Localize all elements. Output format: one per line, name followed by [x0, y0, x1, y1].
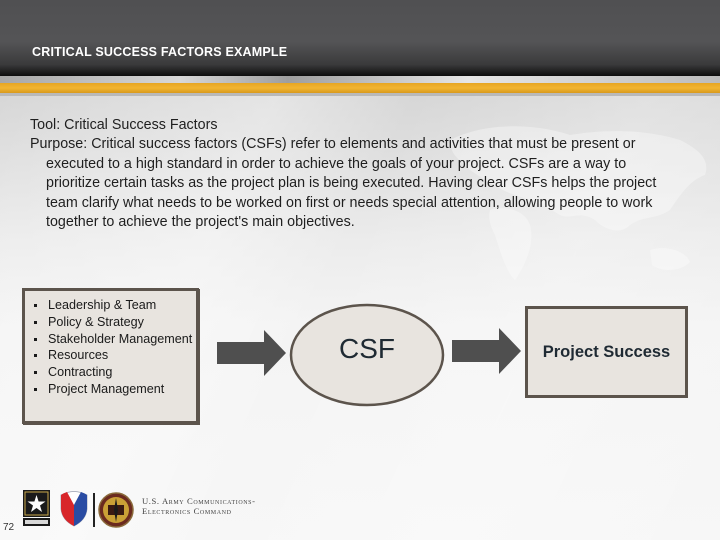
bullet-icon	[34, 337, 37, 341]
logo-divider	[93, 493, 95, 527]
cecom-emblem-logo	[98, 492, 134, 528]
slide-header: CRITICAL SUCCESS FACTORS EXAMPLE	[0, 0, 720, 76]
factor-item: Stakeholder Management	[32, 331, 196, 348]
project-success-label: Project Success	[542, 342, 671, 361]
purpose-paragraph: Purpose: Critical success factors (CSFs)…	[30, 136, 657, 231]
csf-label: CSF	[339, 333, 395, 364]
bullet-icon	[34, 387, 37, 391]
bullet-icon	[34, 320, 37, 324]
bullet-icon	[34, 304, 37, 307]
slide-title: CRITICAL SUCCESS FACTORS EXAMPLE	[32, 45, 288, 59]
factor-item: Leadership & Team	[32, 297, 196, 314]
factors-list: Leadership & Team Policy & Strategy Stak…	[25, 291, 196, 398]
factor-item: Contracting	[32, 364, 196, 381]
right-arrow-icon	[452, 328, 521, 374]
right-arrow-icon	[217, 330, 286, 376]
header-silver-strip	[0, 76, 720, 83]
organization-name: U.S. Army Communications- Electronics Co…	[142, 496, 256, 516]
page-number: 72	[3, 522, 15, 533]
bullet-icon	[34, 354, 37, 358]
bullet-icon	[34, 371, 37, 375]
factors-box: Leadership & Team Policy & Strategy Stak…	[22, 288, 199, 424]
factor-item: Resources	[32, 347, 196, 364]
factor-item: Policy & Strategy	[32, 314, 196, 331]
header-silver-strip-lower	[0, 93, 720, 96]
factor-item: Project Management	[32, 381, 196, 398]
header-gold-band	[0, 83, 720, 93]
army-materiel-command-shield-logo	[60, 491, 88, 527]
tool-line: Tool: Critical Success Factors	[30, 117, 218, 133]
description-text-block: Tool: Critical Success Factors Purpose: …	[30, 116, 670, 232]
us-army-star-logo	[23, 490, 50, 526]
project-success-box: Project Success	[525, 306, 688, 398]
